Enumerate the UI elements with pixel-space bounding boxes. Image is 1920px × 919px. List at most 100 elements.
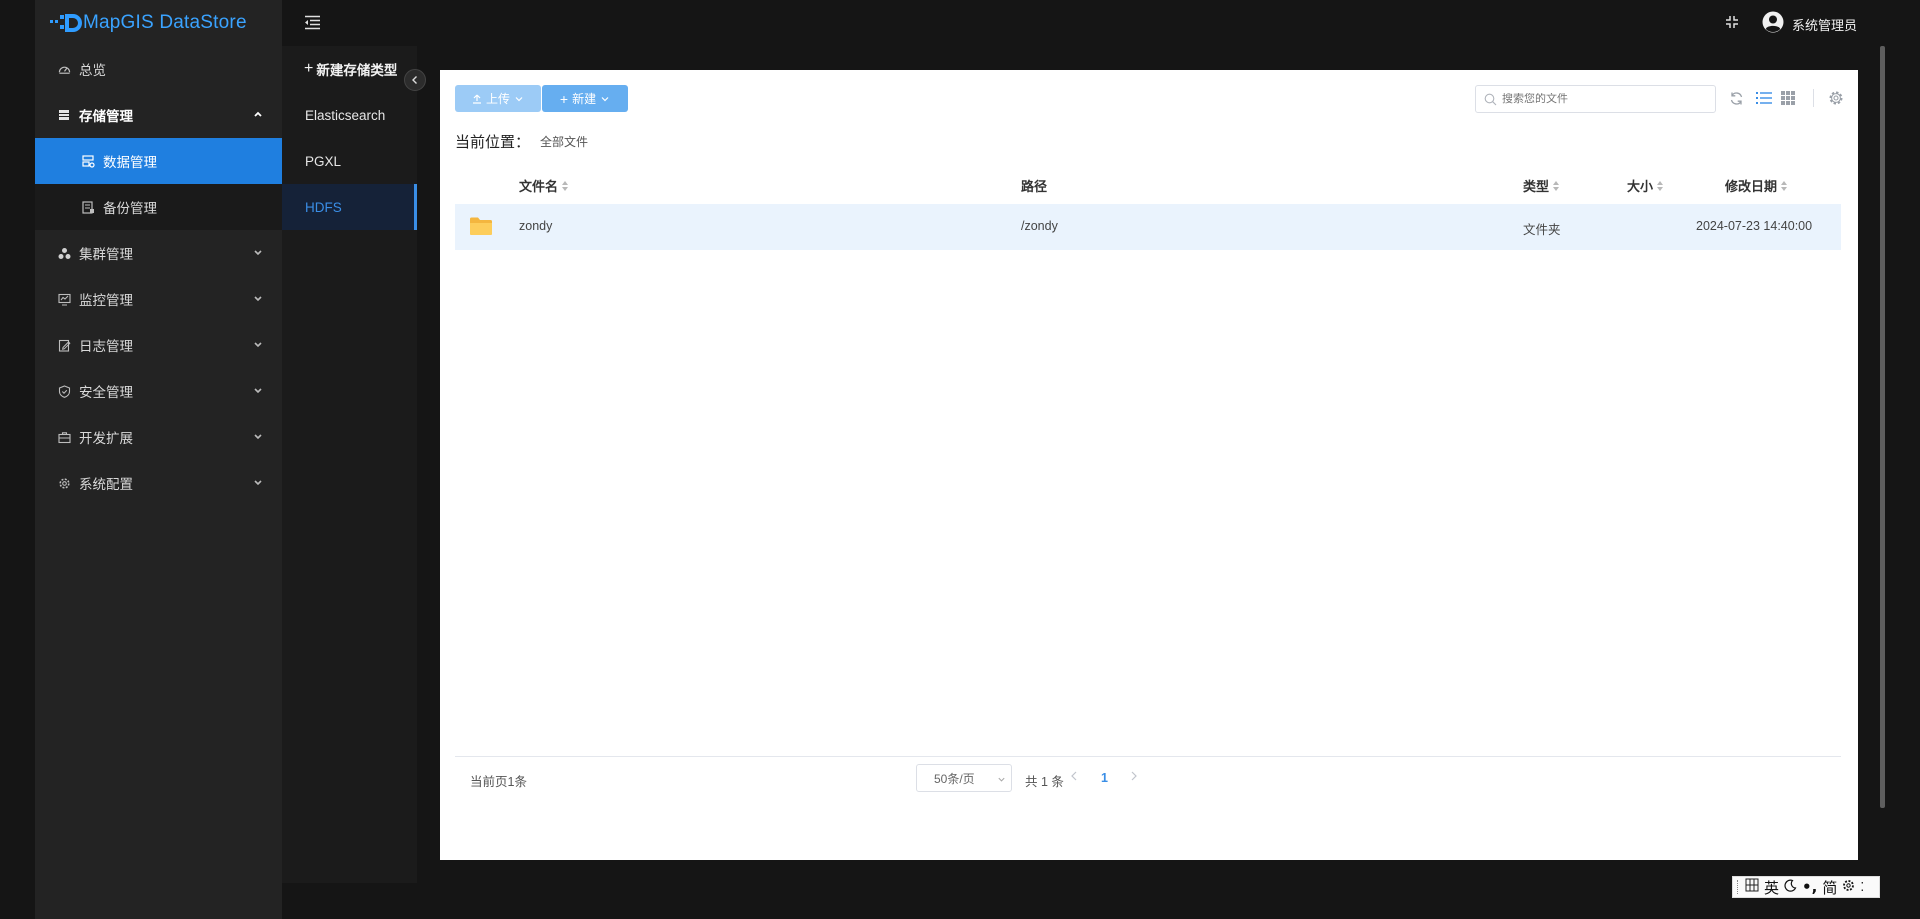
column-header-modified[interactable]: 修改日期 bbox=[1725, 176, 1788, 195]
app-logo[interactable]: MapGIS DataStore bbox=[49, 10, 247, 36]
breadcrumb-all-files[interactable]: 全部文件 bbox=[540, 133, 588, 150]
sidebar-item-label: 数据管理 bbox=[103, 155, 157, 170]
prev-page-icon[interactable] bbox=[1069, 770, 1079, 785]
sidebar-item-label: 存储管理 bbox=[79, 109, 133, 124]
column-header-path: 路径 bbox=[1021, 176, 1047, 195]
breadcrumb-label: 当前位置： bbox=[455, 134, 531, 151]
folder-icon bbox=[469, 216, 493, 239]
upload-icon bbox=[472, 94, 481, 104]
column-header-type-label: 类型 bbox=[1523, 179, 1550, 194]
cluster-icon bbox=[57, 246, 71, 260]
app-title: MapGIS DataStore bbox=[83, 12, 247, 33]
chevron-down-icon bbox=[254, 434, 262, 440]
sidebar: MapGIS DataStore 总览 存储管理 数据管理 备份管理 集群管理 … bbox=[35, 0, 282, 919]
log-icon bbox=[57, 338, 71, 352]
sort-icon[interactable] bbox=[1657, 180, 1664, 191]
plus-icon: + bbox=[559, 90, 569, 107]
ime-punctuation-icon[interactable]: •, bbox=[1802, 878, 1817, 896]
sidebar-item-label: 备份管理 bbox=[103, 201, 157, 216]
chevron-down-icon bbox=[254, 388, 262, 394]
sidebar-item-log[interactable]: 日志管理 bbox=[35, 322, 282, 368]
chevron-down-icon bbox=[515, 96, 523, 101]
ime-moon-icon[interactable] bbox=[1784, 878, 1797, 896]
next-page-icon[interactable] bbox=[1129, 770, 1139, 785]
current-page-info: 当前页1条 bbox=[470, 775, 527, 789]
sort-icon[interactable] bbox=[1553, 180, 1560, 191]
grid-view-icon[interactable] bbox=[1778, 88, 1798, 108]
collapse-panel-button[interactable] bbox=[404, 69, 426, 91]
chevron-down-icon bbox=[254, 480, 262, 486]
upload-label: 上传 bbox=[485, 92, 510, 106]
new-button[interactable]: + 新建 bbox=[542, 85, 628, 112]
search-input[interactable] bbox=[1502, 93, 1702, 105]
sidebar-item-dev-extension[interactable]: 开发扩展 bbox=[35, 414, 282, 460]
left-gutter bbox=[0, 0, 35, 919]
ime-settings-icon[interactable] bbox=[1842, 878, 1855, 896]
chevron-down-icon bbox=[998, 777, 1005, 782]
refresh-icon[interactable] bbox=[1726, 88, 1746, 108]
column-header-path-label: 路径 bbox=[1021, 179, 1048, 194]
new-storage-type-button[interactable]: + 新建存储类型 bbox=[282, 46, 417, 92]
chevron-up-icon bbox=[254, 111, 262, 117]
column-header-type[interactable]: 类型 bbox=[1523, 176, 1560, 195]
sort-icon[interactable] bbox=[562, 180, 569, 191]
sidebar-item-monitor[interactable]: 监控管理 bbox=[35, 276, 282, 322]
chevron-down-icon bbox=[254, 342, 262, 348]
monitor-icon bbox=[57, 292, 71, 306]
ime-toolbar[interactable]: 英 •, 简 ⁚ bbox=[1732, 876, 1880, 898]
sidebar-item-data-management[interactable]: 数据管理 bbox=[35, 138, 282, 184]
gear-icon bbox=[57, 476, 71, 490]
dashboard-icon bbox=[57, 62, 71, 76]
storage-type-elasticsearch[interactable]: Elasticsearch bbox=[282, 92, 417, 138]
column-header-name[interactable]: 文件名 bbox=[519, 176, 569, 195]
shield-icon bbox=[57, 384, 71, 398]
settings-gear-icon[interactable] bbox=[1826, 88, 1846, 108]
sidebar-item-label: 监控管理 bbox=[79, 293, 133, 308]
sidebar-item-label: 集群管理 bbox=[79, 247, 133, 262]
ime-lang-toggle[interactable]: 英 bbox=[1764, 877, 1779, 898]
menu-fold-icon[interactable] bbox=[303, 15, 321, 33]
new-storage-type-label: 新建存储类型 bbox=[316, 63, 398, 78]
column-header-size-label: 大小 bbox=[1627, 179, 1654, 194]
sidebar-item-system-config[interactable]: 系统配置 bbox=[35, 460, 282, 506]
briefcase-icon bbox=[57, 430, 71, 444]
column-header-size[interactable]: 大小 bbox=[1627, 176, 1664, 195]
sidebar-item-storage[interactable]: 存储管理 bbox=[35, 92, 282, 138]
file-browser-panel: 上传 + 新建 当前位置： 全部文件 文件名 路径 类型 bbox=[440, 70, 1858, 860]
chevron-down-icon bbox=[601, 96, 609, 101]
sidebar-item-cluster[interactable]: 集群管理 bbox=[35, 230, 282, 276]
storage-type-panel: + 新建存储类型 Elasticsearch PGXL HDFS bbox=[282, 46, 417, 883]
data-icon bbox=[81, 154, 95, 168]
chevron-down-icon bbox=[254, 296, 262, 302]
table-row[interactable]: zondy /zondy 文件夹 2024-07-23 14:40:00 bbox=[455, 204, 1841, 250]
logo-mark-icon bbox=[49, 12, 82, 34]
chevron-down-icon bbox=[254, 250, 262, 256]
search-box[interactable] bbox=[1475, 85, 1716, 113]
ime-charset-toggle[interactable]: 简 bbox=[1822, 877, 1837, 898]
sort-icon[interactable] bbox=[1781, 180, 1788, 191]
new-label: 新建 bbox=[572, 92, 597, 106]
chevron-left-icon bbox=[412, 76, 417, 84]
page-size-select[interactable]: 50条/页 bbox=[916, 764, 1012, 792]
upload-button[interactable]: 上传 bbox=[455, 85, 541, 112]
fullscreen-icon[interactable] bbox=[1725, 15, 1739, 32]
ime-keyboard-icon[interactable] bbox=[1745, 878, 1759, 896]
sidebar-menu: 总览 存储管理 数据管理 备份管理 集群管理 监控管理 日志管理 安全管理 开发… bbox=[35, 46, 282, 506]
cell-path: /zondy bbox=[1021, 219, 1058, 233]
cell-name[interactable]: zondy bbox=[519, 219, 552, 233]
sidebar-item-label: 安全管理 bbox=[79, 385, 133, 400]
user-name[interactable]: 系统管理员 bbox=[1792, 15, 1857, 34]
scrollbar[interactable] bbox=[1880, 46, 1885, 808]
storage-type-hdfs[interactable]: HDFS bbox=[282, 184, 417, 230]
user-avatar-icon[interactable] bbox=[1762, 11, 1784, 36]
storage-type-pgxl[interactable]: PGXL bbox=[282, 138, 417, 184]
page-number-current[interactable]: 1 bbox=[1101, 771, 1108, 785]
sidebar-item-security[interactable]: 安全管理 bbox=[35, 368, 282, 414]
total-count: 共 1 条 bbox=[1025, 775, 1064, 789]
sidebar-item-backup-management[interactable]: 备份管理 bbox=[35, 184, 282, 230]
list-view-icon[interactable] bbox=[1754, 88, 1774, 108]
sidebar-item-overview[interactable]: 总览 bbox=[35, 46, 282, 92]
top-bar: 系统管理员 bbox=[282, 0, 1920, 46]
ime-more-icon[interactable]: ⁚ bbox=[1860, 880, 1864, 894]
table-footer-divider bbox=[455, 756, 1841, 757]
